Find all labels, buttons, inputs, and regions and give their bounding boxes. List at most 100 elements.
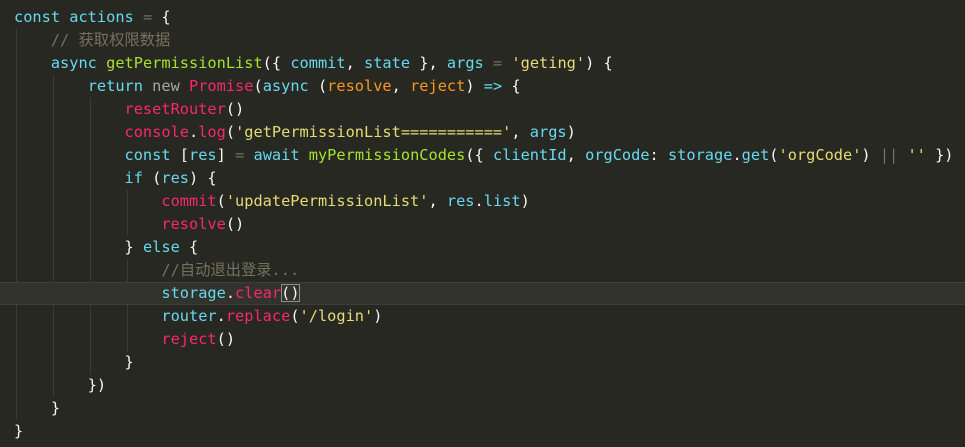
code-token: return	[87, 77, 153, 95]
code-token: args	[529, 123, 567, 141]
code-token: }	[14, 422, 24, 440]
code-line-text: }	[14, 351, 134, 374]
code-token: )	[566, 123, 576, 141]
code-line[interactable]: const actions = {	[0, 6, 965, 29]
code-token: storage	[667, 146, 733, 164]
code-line[interactable]: }	[0, 420, 965, 443]
code-line-text: const [res] = await myPermissionCodes({ …	[14, 144, 954, 167]
code-line-text: router.replace('/login')	[14, 305, 382, 328]
code-token: console	[124, 123, 189, 141]
code-line[interactable]: //自动退出登录...	[0, 259, 965, 282]
code-token: storage	[161, 284, 226, 302]
code-line[interactable]: resolve()	[0, 213, 965, 236]
code-token: Promise	[189, 77, 254, 95]
code-token: )	[373, 307, 383, 325]
code-token: }	[124, 353, 134, 371]
code-token: })	[925, 146, 954, 164]
code-line[interactable]: async getPermissionList({ commit, state …	[0, 52, 965, 75]
code-token: myPermissionCodes	[308, 146, 466, 164]
code-line-text: //自动退出登录...	[14, 259, 299, 282]
code-token: getPermissionList	[106, 54, 263, 72]
code-line[interactable]: commit('updatePermissionList', res.list)	[0, 190, 965, 213]
code-line[interactable]: const [res] = await myPermissionCodes({ …	[0, 144, 965, 167]
code-line[interactable]: router.replace('/login')	[0, 305, 965, 328]
code-token: 'orgCode'	[778, 146, 862, 164]
code-token: (	[317, 77, 328, 95]
code-token: new	[152, 77, 189, 95]
code-editor[interactable]: const actions = { // 获取权限数据 async getPer…	[0, 0, 965, 447]
code-token: [	[179, 146, 189, 164]
code-token: ,	[428, 192, 447, 210]
code-token: {	[189, 238, 199, 256]
code-line[interactable]: return new Promise(async (resolve, rejec…	[0, 75, 965, 98]
code-token: :	[649, 146, 668, 164]
code-token: ,	[511, 123, 530, 141]
code-line-text: reject()	[14, 328, 235, 351]
code-line-text: storage.clear()	[14, 282, 300, 305]
code-token: },	[410, 54, 447, 72]
code-token: ) {	[585, 54, 613, 72]
code-token: const	[124, 146, 180, 164]
code-token: }	[50, 399, 61, 417]
code-token: {	[152, 8, 171, 26]
code-token: ||	[879, 146, 899, 164]
code-token: replace	[225, 307, 291, 325]
code-token: 'updatePermissionList'	[225, 192, 429, 210]
code-line-text: })	[14, 374, 106, 397]
code-line-text: resetRouter()	[14, 98, 245, 121]
code-token: clear	[235, 284, 282, 302]
code-line[interactable]: reject()	[0, 328, 965, 351]
code-token: //自动退出登录...	[161, 261, 300, 279]
code-token: )	[520, 192, 530, 210]
code-line[interactable]: })	[0, 374, 965, 397]
code-token: log	[198, 123, 226, 141]
code-token: res	[189, 146, 217, 164]
code-line-text: return new Promise(async (resolve, rejec…	[14, 75, 521, 98]
code-line[interactable]: if (res) {	[0, 167, 965, 190]
code-token: ,	[345, 54, 364, 72]
code-token: commit	[290, 54, 346, 72]
code-token: const	[14, 8, 70, 26]
code-line[interactable]: console.log('getPermissionList==========…	[0, 121, 965, 144]
code-line[interactable]: resetRouter()	[0, 98, 965, 121]
code-token: await	[253, 146, 309, 164]
code-line[interactable]: storage.clear()	[0, 282, 965, 305]
code-token: (	[225, 123, 236, 141]
code-token: )	[861, 146, 880, 164]
code-token: orgCode	[585, 146, 650, 164]
code-line-text: commit('updatePermissionList', res.list)	[14, 190, 530, 213]
code-token: resolve	[161, 215, 226, 233]
code-token: .	[188, 123, 199, 141]
code-token: 'geting'	[511, 54, 586, 72]
code-token: ,	[566, 146, 586, 164]
code-token: commit	[161, 192, 217, 210]
code-token: actions	[69, 8, 134, 26]
code-token: async	[50, 54, 107, 72]
code-token: reject	[161, 330, 217, 348]
code-line-text: if (res) {	[14, 167, 217, 190]
code-line[interactable]: }	[0, 397, 965, 420]
code-line[interactable]: // 获取权限数据	[0, 29, 965, 52]
code-token: list	[483, 192, 521, 210]
code-token: =>	[483, 77, 503, 95]
code-line[interactable]: }	[0, 351, 965, 374]
code-token: ({	[465, 146, 493, 164]
code-token: =	[142, 8, 153, 26]
code-line-text: }	[14, 420, 23, 443]
code-token: ''	[907, 146, 926, 164]
code-token: (	[769, 146, 779, 164]
code-token: args	[446, 54, 484, 72]
code-token: =	[492, 54, 503, 72]
code-line[interactable]: } else {	[0, 236, 965, 259]
